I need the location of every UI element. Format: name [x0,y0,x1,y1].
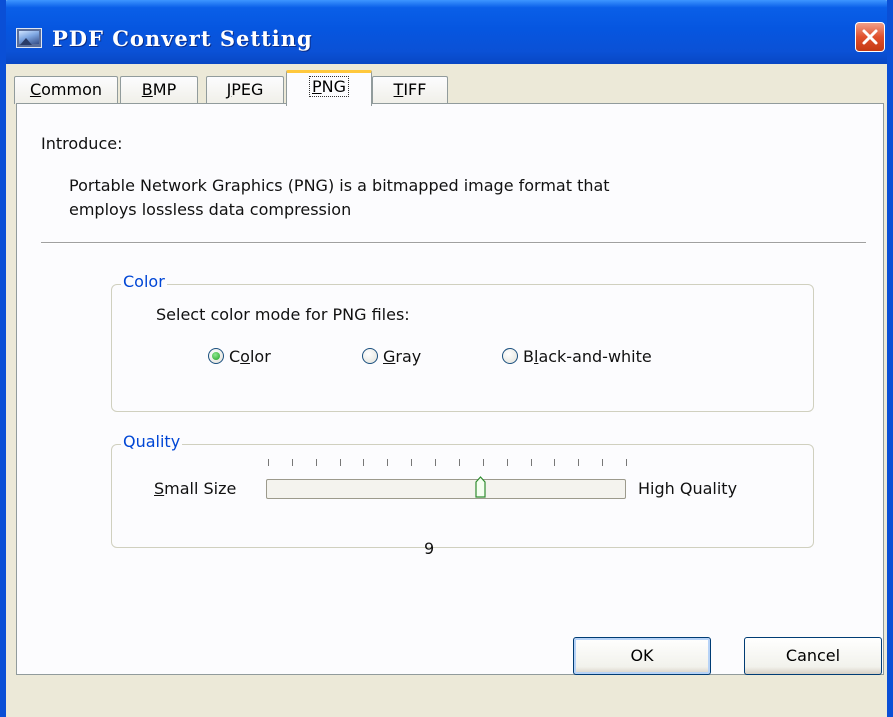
slider-tick [531,459,532,466]
radio-unselected-icon [502,348,518,364]
tab-common[interactable]: Common [14,76,118,104]
slider-tick [387,459,388,466]
slider-ticks [268,459,628,467]
radio-unselected-icon [362,348,378,364]
quality-value: 9 [424,539,435,558]
slider-tick [507,459,508,466]
close-icon [862,29,878,45]
close-button[interactable] [855,22,885,52]
title-bar[interactable]: PDF Convert Setting [6,0,887,64]
quality-group-legend: Quality [121,432,183,451]
introduce-description: Portable Network Graphics (PNG) is a bit… [69,176,610,219]
app-icon [16,28,42,48]
slider-tick [292,459,293,466]
slider-min-label: Small Size [154,479,237,498]
png-settings-panel: Introduce: Portable Network Graphics (PN… [16,103,884,675]
slider-tick [459,459,460,466]
slider-tick [363,459,364,466]
slider-tick [435,459,436,466]
quality-slider-track[interactable] [266,479,626,499]
color-group-legend: Color [121,272,167,291]
quality-groupbox: Quality Small Size High Quality 9 [111,432,814,558]
tab-bmp[interactable]: BMP [120,76,198,104]
radio-color[interactable]: Co lor [208,345,271,367]
dialog-window: PDF Convert Setting Common BMP JPEG PNG … [0,0,893,717]
tab-png[interactable]: PNG [286,70,372,106]
tab-tiff[interactable]: TIFF [372,76,448,104]
tab-strip: Common BMP JPEG PNG TIFF [14,66,884,106]
slider-tick [554,459,555,466]
slider-max-label: High Quality [638,479,738,498]
ok-button[interactable]: OK [573,637,711,675]
slider-tick [268,459,269,466]
slider-tick [316,459,317,466]
slider-tick [411,459,412,466]
slider-tick [602,459,603,466]
introduce-label: Introduce: [41,134,123,153]
slider-tick [483,459,484,466]
slider-tick [578,459,579,466]
window-title: PDF Convert Setting [52,26,313,51]
color-groupbox: Color Select color mode for PNG files: C… [111,272,814,412]
radio-black-and-white[interactable]: Bl ack-and-white [502,345,652,367]
cancel-button[interactable]: Cancel [744,637,882,675]
quality-slider-thumb[interactable] [475,476,486,498]
radio-selected-icon [208,348,224,364]
color-mode-prompt: Select color mode for PNG files: [156,305,410,324]
slider-tick [626,459,627,466]
radio-gray[interactable]: Gray [362,345,421,367]
slider-tick [340,459,341,466]
separator [41,242,866,244]
tab-jpeg[interactable]: JPEG [206,76,284,104]
